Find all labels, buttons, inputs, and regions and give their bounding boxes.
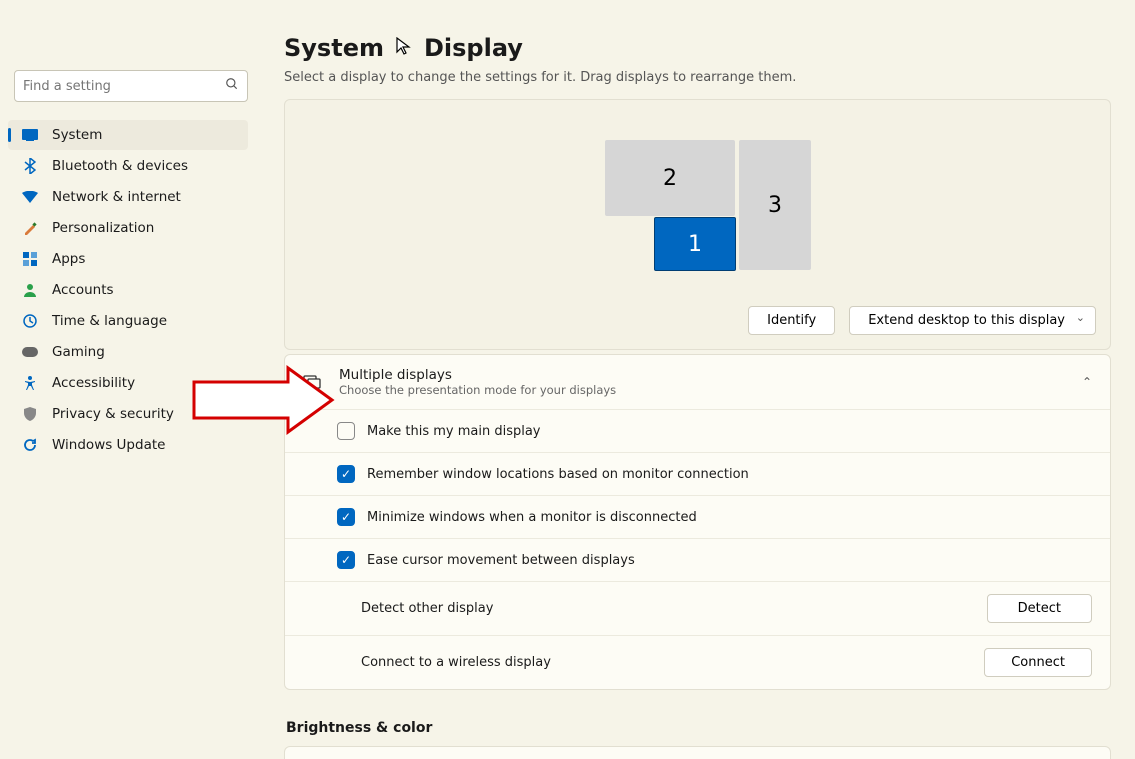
detect-button[interactable]: Detect [987,594,1092,623]
display-arrangement-canvas[interactable]: 2 3 1 [299,110,1096,300]
search-icon [225,77,239,95]
wireless-display-row: Connect to a wireless display Connect [285,635,1110,689]
multiple-displays-expander: Multiple displays Choose the presentatio… [284,354,1111,690]
detect-display-row: Detect other display Detect [285,581,1110,635]
privacy-icon [22,406,38,422]
accounts-icon [22,282,38,298]
display-tile-3[interactable]: 3 [739,140,811,270]
multiple-displays-title: Multiple displays [339,367,1064,383]
main-display-label: Make this my main display [367,424,1092,439]
nav-label: Personalization [52,220,154,236]
sidebar: System Bluetooth & devices Network & int… [0,0,260,759]
display-tile-1[interactable]: 1 [654,217,736,271]
main-display-row[interactable]: Make this my main display [285,409,1110,452]
nav-label: Accounts [52,282,114,298]
multiple-displays-icon [303,375,321,389]
search-input[interactable] [23,79,225,94]
nav-item-system[interactable]: System [8,120,248,150]
multiple-displays-header[interactable]: Multiple displays Choose the presentatio… [285,355,1110,409]
ease-cursor-label: Ease cursor movement between displays [367,553,1092,568]
minimize-windows-label: Minimize windows when a monitor is disco… [367,510,1092,525]
network-icon [22,189,38,205]
multiple-displays-desc: Choose the presentation mode for your di… [339,383,1064,397]
nav-item-personalization[interactable]: Personalization [8,213,248,243]
nav-item-apps[interactable]: Apps [8,244,248,274]
personalization-icon [22,220,38,236]
nav-label: Gaming [52,344,105,360]
nav-label: Accessibility [52,375,135,391]
detect-display-label: Detect other display [361,601,493,616]
nav-item-accessibility[interactable]: Accessibility [8,368,248,398]
connect-button[interactable]: Connect [984,648,1092,677]
display-tile-2[interactable]: 2 [605,140,735,216]
minimize-windows-row[interactable]: ✓ Minimize windows when a monitor is dis… [285,495,1110,538]
brightness-row[interactable]: Brightness Adjust the brightness of the … [284,746,1111,759]
nav-item-privacy[interactable]: Privacy & security [8,399,248,429]
brightness-section-label: Brightness & color [286,720,1111,736]
nav-item-windows-update[interactable]: Windows Update [8,430,248,460]
ease-cursor-checkbox[interactable]: ✓ [337,551,355,569]
breadcrumb-current: Display [424,34,523,62]
time-icon [22,313,38,329]
nav-label: Time & language [52,313,167,329]
nav-label: System [52,127,102,143]
nav-label: Bluetooth & devices [52,158,188,174]
nav-label: Windows Update [52,437,165,453]
chevron-up-icon: ⌃ [1082,375,1092,389]
identify-button[interactable]: Identify [748,306,835,335]
apps-icon [22,251,38,267]
ease-cursor-row[interactable]: ✓ Ease cursor movement between displays [285,538,1110,581]
accessibility-icon [22,375,38,391]
remember-locations-row[interactable]: ✓ Remember window locations based on mon… [285,452,1110,495]
nav-label: Network & internet [52,189,181,205]
search-box[interactable] [14,70,248,102]
nav-label: Privacy & security [52,406,174,422]
page-subtitle: Select a display to change the settings … [284,70,1111,85]
minimize-windows-checkbox[interactable]: ✓ [337,508,355,526]
breadcrumb-parent[interactable]: System [284,34,384,62]
display-mode-dropdown[interactable]: Extend desktop to this display [849,306,1096,335]
nav-item-time-language[interactable]: Time & language [8,306,248,336]
system-icon [22,127,38,143]
nav-item-bluetooth[interactable]: Bluetooth & devices [8,151,248,181]
bluetooth-icon [22,158,38,174]
nav-item-accounts[interactable]: Accounts [8,275,248,305]
remember-locations-checkbox[interactable]: ✓ [337,465,355,483]
main-content: System Display Select a display to chang… [260,0,1135,759]
cursor-icon [396,37,412,60]
wireless-display-label: Connect to a wireless display [361,655,551,670]
arrangement-controls: Identify Extend desktop to this display [299,306,1096,335]
breadcrumb: System Display [284,34,1111,62]
nav-item-gaming[interactable]: Gaming [8,337,248,367]
nav-list: System Bluetooth & devices Network & int… [8,120,248,460]
gaming-icon [22,344,38,360]
main-display-checkbox[interactable] [337,422,355,440]
nav-item-network[interactable]: Network & internet [8,182,248,212]
update-icon [22,437,38,453]
remember-locations-label: Remember window locations based on monit… [367,467,1092,482]
display-arrangement-box: 2 3 1 Identify Extend desktop to this di… [284,99,1111,350]
nav-label: Apps [52,251,85,267]
